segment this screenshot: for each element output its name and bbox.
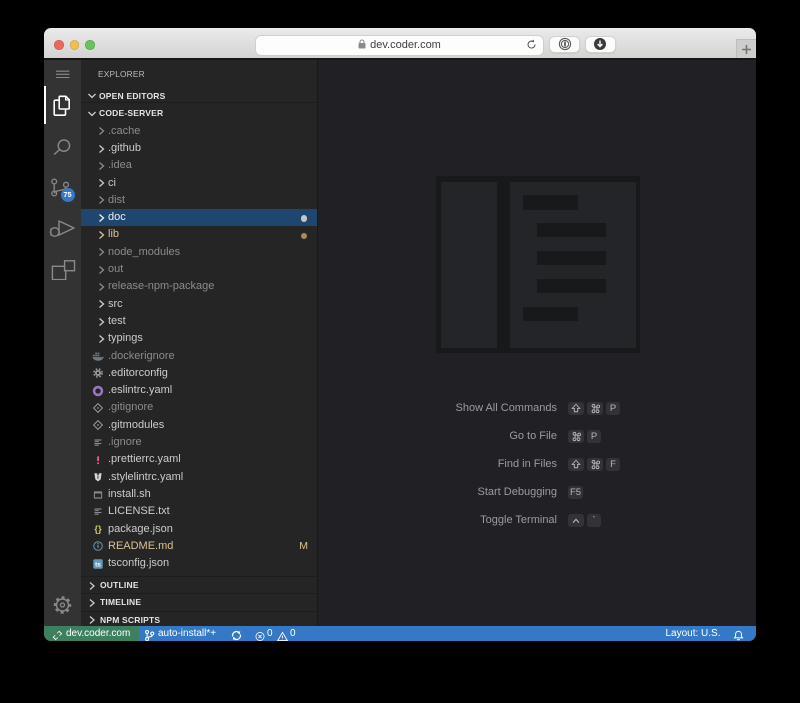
svg-text:{}: {} <box>94 523 102 534</box>
svg-text:ts: ts <box>95 561 101 568</box>
